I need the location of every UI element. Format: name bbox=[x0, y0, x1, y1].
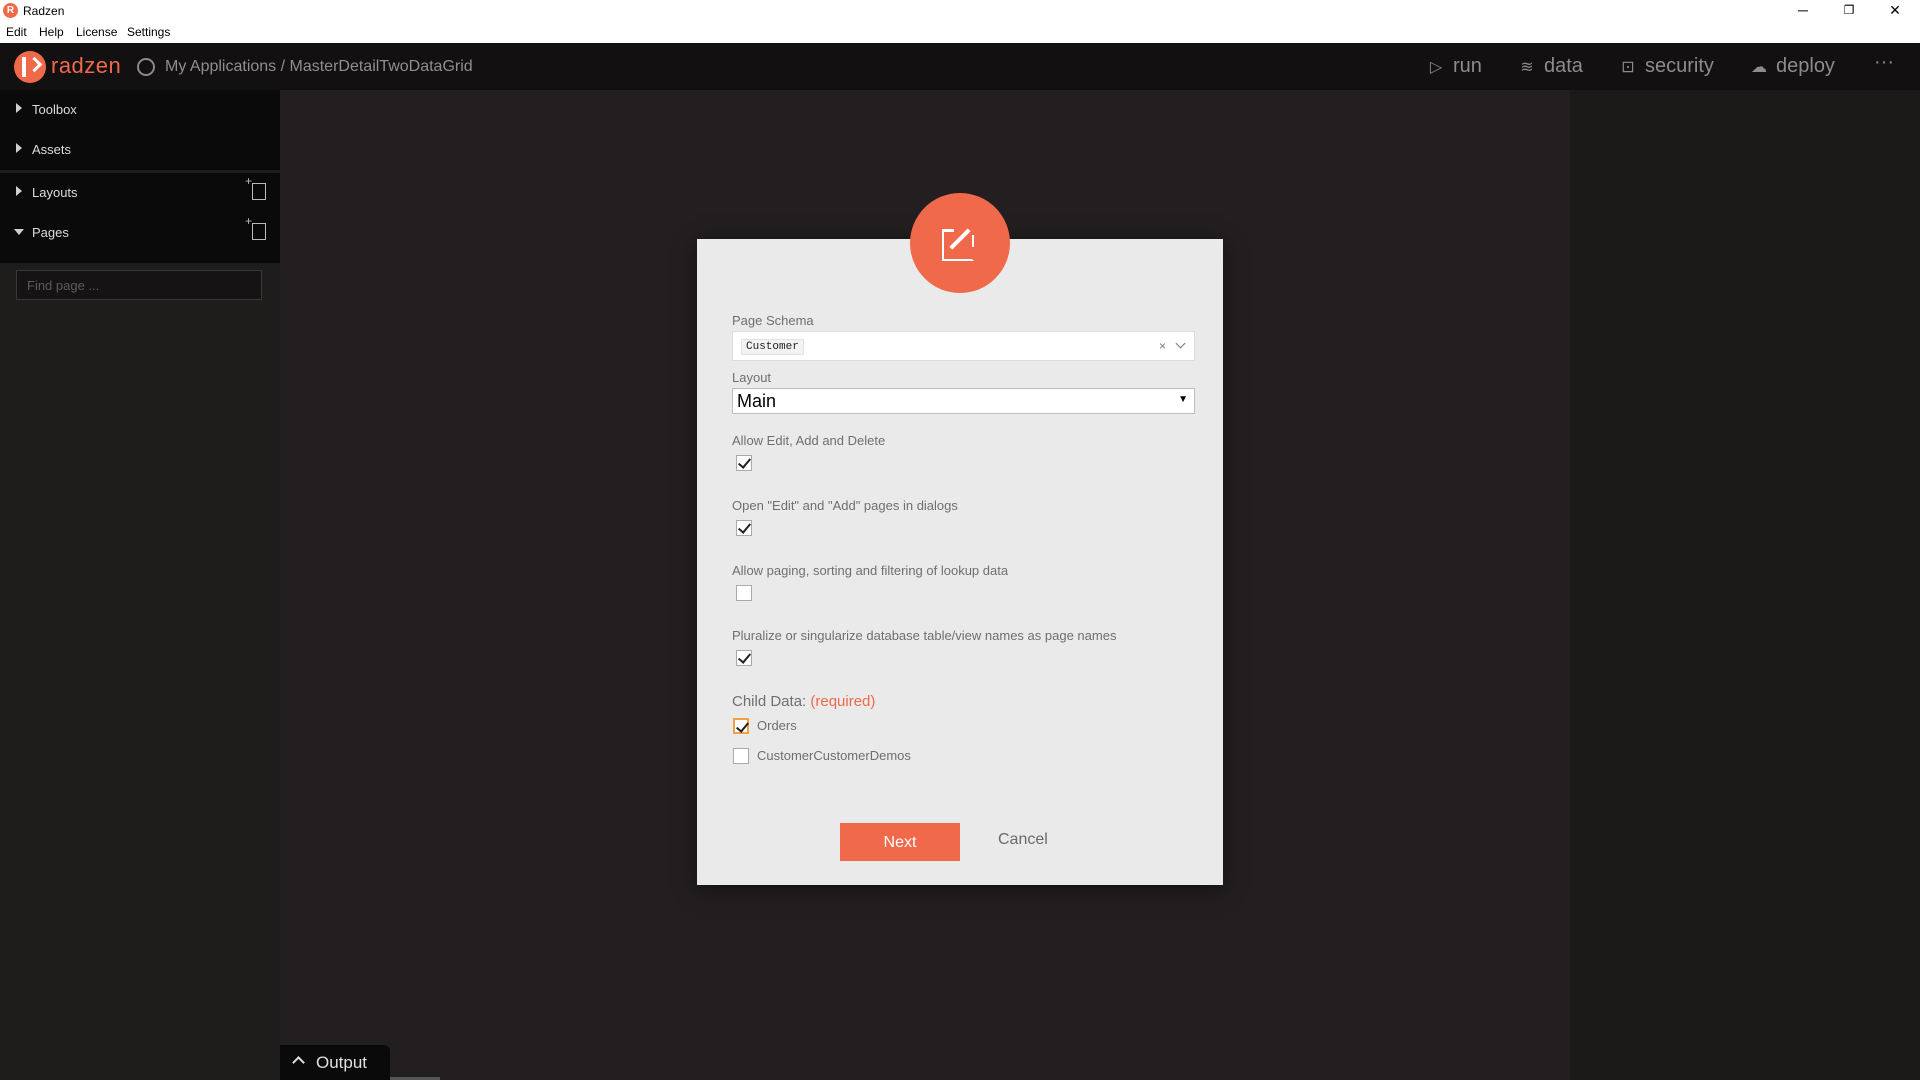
child-orders-checkbox[interactable] bbox=[733, 718, 749, 734]
menu-edit[interactable]: Edit bbox=[6, 25, 27, 39]
add-layout-icon[interactable] bbox=[245, 174, 266, 200]
sidebar-item-label: Pages bbox=[32, 225, 69, 240]
sidebar-item-assets[interactable]: Assets bbox=[0, 130, 280, 170]
child-customerdemos-label: CustomerCustomerDemos bbox=[757, 748, 911, 763]
expand-arrow-icon bbox=[16, 143, 22, 153]
menu-settings[interactable]: Settings bbox=[127, 25, 170, 39]
required-marker: (required) bbox=[810, 693, 876, 710]
play-icon: ▷ bbox=[1429, 59, 1443, 76]
cancel-button[interactable]: Cancel bbox=[998, 831, 1048, 849]
chevron-down-icon[interactable] bbox=[1175, 338, 1186, 349]
more-menu-button[interactable]: ··· bbox=[1874, 51, 1894, 74]
output-label: Output bbox=[316, 1053, 368, 1072]
allow-edit-label: Allow Edit, Add and Delete bbox=[732, 433, 886, 448]
output-tab[interactable]: Output bbox=[280, 1045, 390, 1080]
sidebar-item-label: Assets bbox=[32, 142, 72, 157]
edit-page-icon bbox=[910, 193, 1010, 293]
breadcrumb[interactable]: My Applications / MasterDetailTwoDataGri… bbox=[165, 58, 473, 76]
nav-run[interactable]: ▷ run bbox=[1427, 55, 1482, 78]
dashboard-icon[interactable] bbox=[137, 58, 155, 76]
menu-license[interactable]: License bbox=[76, 25, 117, 39]
find-page-input[interactable] bbox=[16, 270, 262, 300]
menu-bar: Edit Help License Settings bbox=[0, 22, 1920, 44]
nav-security[interactable]: ⊡ security bbox=[1619, 55, 1714, 78]
radzen-app-icon: R bbox=[3, 3, 18, 18]
expand-arrow-icon bbox=[16, 186, 22, 196]
sidebar: Toolbox Assets Layouts Pages bbox=[0, 90, 280, 1080]
sidebar-item-layouts[interactable]: Layouts bbox=[0, 173, 280, 213]
expand-arrow-icon bbox=[16, 103, 22, 113]
page-schema-label: Page Schema bbox=[732, 313, 814, 328]
lookup-paging-checkbox[interactable] bbox=[736, 585, 752, 601]
sidebar-item-toolbox[interactable]: Toolbox bbox=[0, 90, 280, 130]
radzen-logo-icon bbox=[14, 51, 46, 83]
lock-icon: ⊡ bbox=[1621, 59, 1635, 76]
page-schema-select[interactable]: Customer × bbox=[732, 331, 1195, 361]
child-orders-label: Orders bbox=[757, 718, 797, 733]
window-titlebar: R Radzen ─ ❐ ✕ bbox=[0, 0, 1920, 22]
close-button[interactable]: ✕ bbox=[1872, 0, 1918, 22]
add-page-icon[interactable] bbox=[245, 214, 266, 240]
collapse-arrow-icon bbox=[14, 229, 24, 235]
window-title: Radzen bbox=[23, 4, 65, 18]
child-data-label: Child Data: (required) bbox=[732, 693, 876, 710]
lookup-paging-label: Allow paging, sorting and filtering of l… bbox=[732, 563, 1009, 578]
menu-help[interactable]: Help bbox=[39, 25, 64, 39]
layout-select[interactable]: Main ▼ bbox=[732, 388, 1195, 414]
restore-button[interactable]: ❐ bbox=[1826, 0, 1872, 22]
nav-deploy[interactable]: ☁ deploy bbox=[1750, 55, 1835, 78]
minimize-button[interactable]: ─ bbox=[1780, 0, 1826, 22]
layout-label: Layout bbox=[732, 370, 772, 385]
open-in-dialogs-label: Open "Edit" and "Add" pages in dialogs bbox=[732, 498, 958, 513]
child-customerdemos-checkbox[interactable] bbox=[733, 748, 749, 764]
page-schema-tag: Customer bbox=[741, 339, 804, 355]
sidebar-item-label: Toolbox bbox=[32, 102, 77, 117]
sidebar-item-pages[interactable]: Pages bbox=[0, 213, 280, 263]
allow-edit-checkbox[interactable] bbox=[736, 455, 752, 471]
layers-icon: ≋ bbox=[1520, 59, 1534, 76]
open-in-dialogs-checkbox[interactable] bbox=[736, 520, 752, 536]
cloud-upload-icon: ☁ bbox=[1751, 59, 1767, 76]
layout-value: Main bbox=[737, 391, 777, 411]
property-panel bbox=[1570, 90, 1920, 1080]
next-button[interactable]: Next bbox=[840, 823, 960, 861]
pluralize-checkbox[interactable] bbox=[736, 650, 752, 666]
app-header: radzen My Applications / MasterDetailTwo… bbox=[0, 43, 1920, 90]
clear-icon[interactable]: × bbox=[1159, 339, 1166, 353]
nav-data[interactable]: ≋ data bbox=[1518, 55, 1583, 78]
brand-name: radzen bbox=[51, 53, 122, 78]
sidebar-item-label: Layouts bbox=[32, 185, 78, 200]
chevron-up-icon bbox=[292, 1056, 305, 1069]
pluralize-label: Pluralize or singularize database table/… bbox=[732, 628, 1117, 643]
dropdown-caret-icon: ▼ bbox=[1178, 394, 1188, 405]
